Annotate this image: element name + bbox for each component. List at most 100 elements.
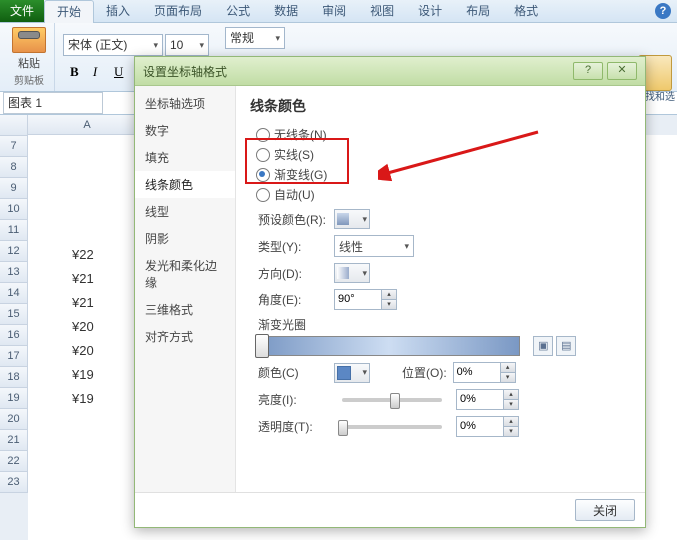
column-header[interactable]: A: [28, 115, 147, 135]
spin-up-icon[interactable]: ▴: [503, 390, 518, 400]
row-header[interactable]: 7: [0, 136, 28, 157]
tab-view[interactable]: 视图: [358, 0, 406, 22]
spin-down-icon[interactable]: ▾: [381, 300, 396, 309]
dialog-close-button[interactable]: ✕: [607, 62, 637, 80]
brightness-label: 亮度(I):: [258, 391, 328, 408]
nav-3d[interactable]: 三维格式: [135, 296, 235, 323]
spin-up-icon[interactable]: ▴: [381, 290, 396, 300]
spin-up-icon[interactable]: ▴: [500, 363, 515, 373]
nav-shadow[interactable]: 阴影: [135, 225, 235, 252]
tab-design[interactable]: 设计: [406, 0, 454, 22]
row-header[interactable]: 19: [0, 388, 28, 409]
name-box[interactable]: 图表 1: [3, 92, 103, 114]
nav-line-style[interactable]: 线型: [135, 198, 235, 225]
brightness-slider[interactable]: [342, 398, 442, 402]
direction-label: 方向(D):: [258, 265, 328, 282]
tab-insert[interactable]: 插入: [94, 0, 142, 22]
paste-label[interactable]: 粘贴: [18, 55, 40, 71]
dialog-help-button[interactable]: ?: [573, 62, 603, 80]
spin-up-icon[interactable]: ▴: [503, 417, 518, 427]
dialog-content: 线条颜色 无线条(N) 实线(S) 渐变线(G) 自动(U) 预设颜色(R): …: [236, 86, 645, 492]
radio-label: 无线条(N): [274, 126, 327, 143]
add-stop-icon[interactable]: ▣: [533, 336, 553, 356]
gradient-bar[interactable]: [258, 336, 520, 356]
row-header[interactable]: 12: [0, 241, 28, 262]
row-header[interactable]: 9: [0, 178, 28, 199]
nav-number[interactable]: 数字: [135, 117, 235, 144]
italic-button[interactable]: I: [85, 60, 105, 80]
position-label: 位置(O):: [402, 364, 447, 381]
tab-page-layout[interactable]: 页面布局: [142, 0, 214, 22]
format-axis-dialog: 设置坐标轴格式 ? ✕ 坐标轴选项 数字 填充 线条颜色 线型 阴影 发光和柔化…: [134, 56, 646, 528]
row-header[interactable]: 22: [0, 451, 28, 472]
row-header[interactable]: 18: [0, 367, 28, 388]
close-button[interactable]: 关闭: [575, 499, 635, 521]
row-header[interactable]: 13: [0, 262, 28, 283]
row-header[interactable]: 23: [0, 472, 28, 493]
slider-thumb[interactable]: [390, 393, 400, 409]
color-position-row: 颜色(C) ▾ 位置(O): ▴▾: [258, 362, 631, 383]
radio-icon: [256, 168, 270, 182]
row-header[interactable]: 10: [0, 199, 28, 220]
nav-axis-options[interactable]: 坐标轴选项: [135, 90, 235, 117]
spin-down-icon[interactable]: ▾: [503, 400, 518, 409]
radio-icon: [256, 188, 270, 202]
row-header[interactable]: 8: [0, 157, 28, 178]
tab-data[interactable]: 数据: [262, 0, 310, 22]
tab-layout[interactable]: 布局: [454, 0, 502, 22]
radio-gradient-line[interactable]: 渐变线(G): [250, 166, 631, 183]
row-header[interactable]: 15: [0, 304, 28, 325]
font-name-combo[interactable]: 宋体 (正文)▾: [63, 34, 163, 56]
radio-icon: [256, 148, 270, 162]
transparency-slider[interactable]: [342, 425, 442, 429]
angle-spinner[interactable]: ▴▾: [334, 289, 397, 310]
slider-thumb[interactable]: [338, 420, 348, 436]
paste-icon[interactable]: [12, 27, 46, 53]
row-header[interactable]: 11: [0, 220, 28, 241]
position-spinner[interactable]: ▴▾: [453, 362, 516, 383]
underline-button[interactable]: U: [107, 60, 127, 80]
radio-auto-line[interactable]: 自动(U): [250, 186, 631, 203]
radio-no-line[interactable]: 无线条(N): [250, 126, 631, 143]
font-style-combo[interactable]: 常规▾: [225, 27, 285, 49]
bold-button[interactable]: B: [63, 60, 83, 80]
spin-down-icon[interactable]: ▾: [503, 427, 518, 436]
file-tab[interactable]: 文件: [0, 0, 44, 22]
brightness-spinner[interactable]: ▴▾: [456, 389, 519, 410]
type-value: 线性: [339, 238, 363, 255]
nav-fill[interactable]: 填充: [135, 144, 235, 171]
direction-picker[interactable]: ▾: [334, 263, 370, 283]
tab-format[interactable]: 格式: [502, 0, 550, 22]
spin-down-icon[interactable]: ▾: [500, 373, 515, 382]
position-input[interactable]: [454, 363, 500, 381]
row-header[interactable]: 14: [0, 283, 28, 304]
row-header[interactable]: 21: [0, 430, 28, 451]
stop-color-picker[interactable]: ▾: [334, 363, 370, 383]
nav-alignment[interactable]: 对齐方式: [135, 323, 235, 350]
row-header[interactable]: 16: [0, 325, 28, 346]
type-combo[interactable]: 线性▾: [334, 235, 414, 257]
tab-home[interactable]: 开始: [44, 0, 94, 24]
font-size-combo[interactable]: 10▾: [165, 34, 209, 56]
row-header[interactable]: 20: [0, 409, 28, 430]
dialog-titlebar[interactable]: 设置坐标轴格式 ? ✕: [135, 57, 645, 86]
help-icon[interactable]: ?: [655, 3, 671, 19]
brightness-input[interactable]: [457, 390, 503, 408]
transparency-row: 透明度(T): ▴▾: [258, 416, 631, 437]
angle-input[interactable]: [335, 290, 381, 308]
tab-formulas[interactable]: 公式: [214, 0, 262, 22]
font-size-value: 10: [170, 35, 183, 55]
gradient-stop-thumb[interactable]: [255, 334, 269, 358]
transparency-spinner[interactable]: ▴▾: [456, 416, 519, 437]
preset-color-picker[interactable]: ▾: [334, 209, 370, 229]
tab-review[interactable]: 审阅: [310, 0, 358, 22]
transparency-input[interactable]: [457, 417, 503, 435]
font-name-value: 宋体 (正文): [68, 35, 127, 55]
radio-solid-line[interactable]: 实线(S): [250, 146, 631, 163]
nav-glow[interactable]: 发光和柔化边缘: [135, 252, 235, 296]
brightness-row: 亮度(I): ▴▾: [258, 389, 631, 410]
row-header[interactable]: 17: [0, 346, 28, 367]
corner-cell[interactable]: [0, 115, 28, 136]
remove-stop-icon[interactable]: ▤: [556, 336, 576, 356]
nav-line-color[interactable]: 线条颜色: [135, 171, 235, 198]
